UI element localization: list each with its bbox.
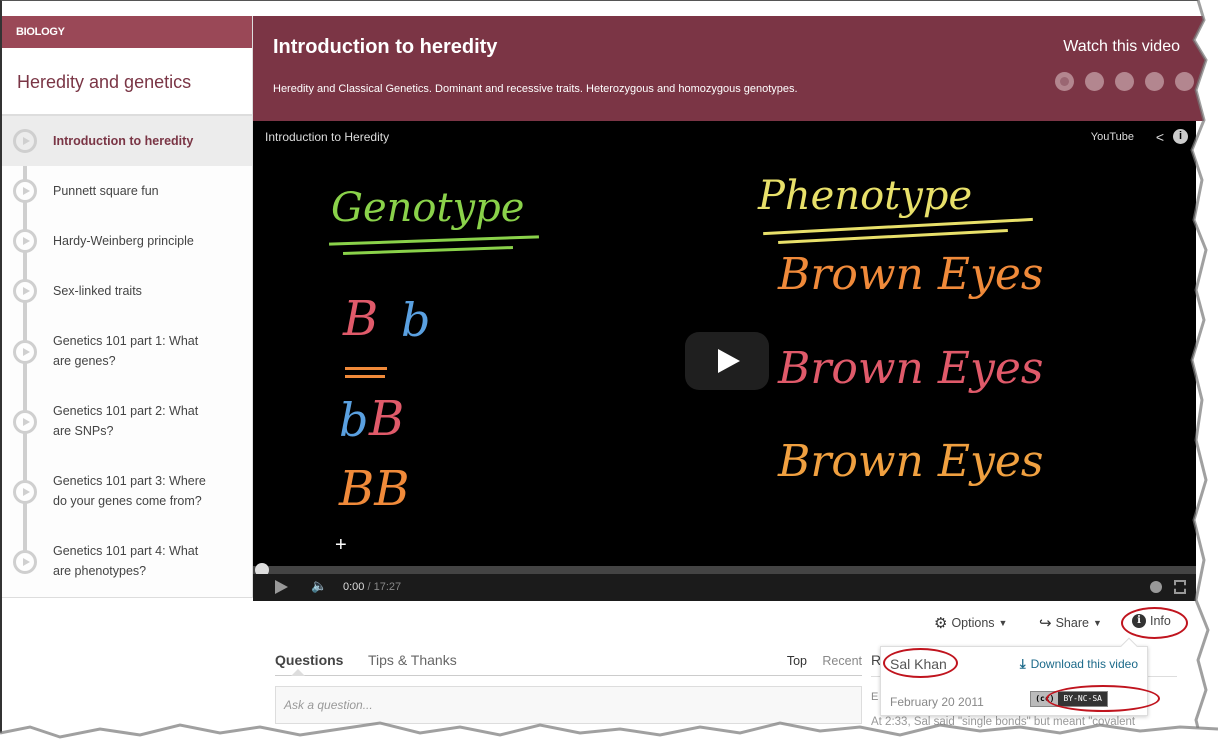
annotation-ellipse-info	[1121, 607, 1188, 639]
video-time-display: 0:00 / 17:27	[343, 581, 402, 593]
chalk-phenotype-2: Brown Eyes	[778, 343, 1044, 394]
share-label: Share	[1055, 616, 1089, 630]
play-circle-icon	[13, 279, 37, 303]
chalk-genotype-3: BB	[339, 461, 410, 517]
caret-down-icon: ▼	[998, 618, 1008, 628]
share-icon[interactable]: <	[1156, 129, 1164, 145]
drawing-cursor-icon: +	[335, 534, 347, 556]
chalk-genotype-1-dominant: B	[343, 291, 379, 347]
tab-tips-and-thanks[interactable]: Tips & Thanks	[368, 652, 457, 668]
video-page-title: Introduction to heredity	[273, 36, 498, 58]
progress-dot[interactable]	[1085, 72, 1104, 91]
play-circle-icon	[13, 550, 37, 574]
chalk-underline	[342, 246, 514, 255]
sidebar-item-genetics-101-part-2[interactable]: Genetics 101 part 2: What are SNPs?	[2, 386, 252, 456]
play-circle-icon	[13, 340, 37, 364]
tutorial-sidebar: BIOLOGY Heredity and genetics Introducti…	[2, 16, 253, 598]
watch-later-icon[interactable]	[1150, 581, 1162, 593]
download-label: Download this video	[1030, 657, 1138, 671]
chalk-phenotype-3: Brown Eyes	[778, 436, 1044, 487]
sort-recent-link[interactable]: Recent	[822, 654, 862, 668]
video-embed-title[interactable]: Introduction to Heredity	[265, 130, 389, 144]
chalk-genotype-2-dominant: B	[369, 391, 405, 447]
play-circle-icon	[13, 229, 37, 253]
right-column-subtext: E	[871, 691, 879, 703]
sidebar-topic-label[interactable]: BIOLOGY	[2, 16, 252, 48]
tab-questions[interactable]: Questions	[275, 652, 343, 668]
sort-top-link[interactable]: Top	[787, 654, 807, 668]
sidebar-video-list: Introduction to heredity Punnett square …	[2, 116, 252, 596]
gear-icon: ⚙	[934, 615, 948, 632]
video-controls-bar: 🔈 0:00 / 17:27	[253, 574, 1196, 601]
sidebar-item-label: Genetics 101 part 1: What are genes?	[53, 334, 199, 368]
video-progress-bar[interactable]	[253, 566, 1196, 574]
video-header: Introduction to heredity Heredity and Cl…	[253, 16, 1218, 121]
sidebar-item-label: Sex-linked traits	[53, 284, 142, 298]
chalk-equals	[345, 367, 387, 370]
annotation-ellipse-license	[1046, 685, 1160, 712]
sidebar-item-label: Hardy-Weinberg principle	[53, 234, 194, 248]
sidebar-item-sex-linked-traits[interactable]: Sex-linked traits	[2, 266, 252, 316]
sidebar-item-label: Genetics 101 part 3: Where do your genes…	[53, 474, 206, 508]
chalk-phenotype-heading: Phenotype	[758, 173, 973, 219]
progress-dot-current[interactable]	[1055, 72, 1074, 91]
video-description: Heredity and Classical Genetics. Dominan…	[273, 83, 798, 95]
play-circle-icon	[13, 179, 37, 203]
torn-edge-right	[1190, 0, 1218, 753]
watch-this-video-label: Watch this video	[1063, 38, 1180, 55]
chalk-genotype-2-recessive: b	[339, 393, 369, 447]
sidebar-item-genetics-101-part-1[interactable]: Genetics 101 part 1: What are genes?	[2, 316, 252, 386]
tutorial-progress-dots	[1055, 72, 1194, 91]
options-label: Options	[951, 616, 995, 630]
video-publish-date: February 20 2011	[890, 695, 984, 709]
chalk-phenotype-1: Brown Eyes	[778, 249, 1044, 300]
sidebar-item-introduction-to-heredity[interactable]: Introduction to heredity	[2, 116, 252, 166]
options-dropdown-button[interactable]: ⚙ Options ▼	[934, 614, 1007, 632]
annotation-ellipse-author	[883, 648, 958, 678]
youtube-logo[interactable]: YouTube	[1091, 131, 1134, 143]
sidebar-item-genetics-101-part-4[interactable]: Genetics 101 part 4: What are phenotypes…	[2, 526, 252, 596]
torn-edge-bottom	[0, 721, 1218, 753]
download-video-link[interactable]: ⤓ Download this video	[1020, 656, 1138, 672]
share-arrow-icon: ↪	[1039, 615, 1052, 632]
sidebar-item-label: Introduction to heredity	[53, 134, 194, 148]
progress-dot[interactable]	[1115, 72, 1134, 91]
chalk-genotype-heading: Genotype	[331, 185, 525, 231]
chalk-underline	[329, 235, 539, 246]
play-circle-icon	[13, 480, 37, 504]
sidebar-item-label: Genetics 101 part 2: What are SNPs?	[53, 404, 199, 438]
chalk-genotype-1-recessive: b	[401, 293, 431, 347]
duration: 17:27	[373, 581, 402, 593]
sidebar-item-genetics-101-part-3[interactable]: Genetics 101 part 3: Where do your genes…	[2, 456, 252, 526]
play-circle-icon	[13, 129, 37, 153]
download-icon: ⤓	[1019, 656, 1026, 671]
volume-icon[interactable]: 🔈	[311, 578, 327, 594]
big-play-button[interactable]	[685, 332, 769, 390]
play-icon[interactable]	[275, 580, 288, 594]
chalk-equals	[345, 375, 385, 378]
sidebar-item-punnett-square-fun[interactable]: Punnett square fun	[2, 166, 252, 216]
video-player[interactable]: Introduction to Heredity YouTube < i Gen…	[253, 121, 1196, 601]
sidebar-item-label: Punnett square fun	[53, 184, 159, 198]
sidebar-item-label: Genetics 101 part 4: What are phenotypes…	[53, 544, 199, 578]
share-dropdown-button[interactable]: ↪ Share ▼	[1039, 614, 1102, 632]
current-time: 0:00	[343, 581, 365, 593]
caret-down-icon: ▼	[1092, 618, 1102, 628]
sidebar-tutorial-title[interactable]: Heredity and genetics	[2, 48, 252, 116]
play-circle-icon	[13, 410, 37, 434]
discussion-tabs: Questions Tips & Thanks Top Recent	[275, 652, 862, 676]
active-tab-indicator	[291, 669, 305, 676]
sidebar-item-hardy-weinberg[interactable]: Hardy-Weinberg principle	[2, 216, 252, 266]
progress-dot[interactable]	[1145, 72, 1164, 91]
